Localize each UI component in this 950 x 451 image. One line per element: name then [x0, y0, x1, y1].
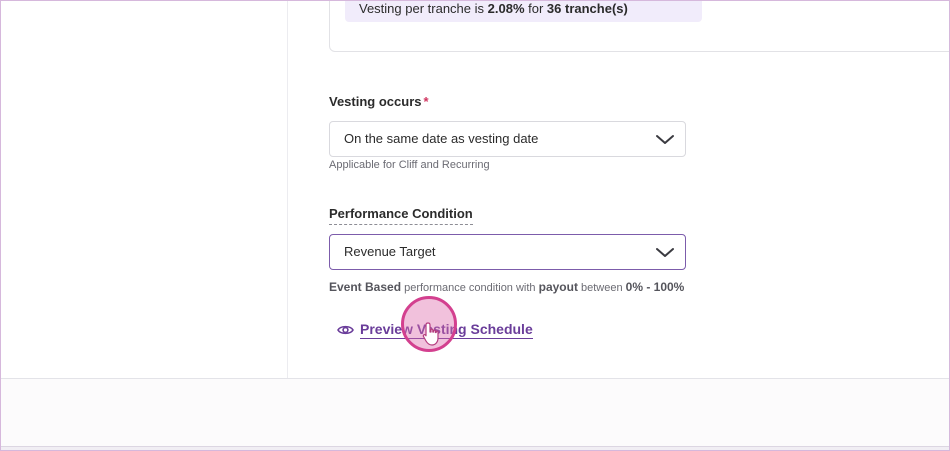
chevron-down-icon — [656, 135, 674, 144]
condition-text-1: performance condition with — [401, 282, 539, 294]
bottom-strip — [0, 446, 950, 451]
condition-text-2: between — [577, 282, 626, 294]
condition-range: 0% - 100% — [625, 280, 685, 294]
tranche-middle-text: for — [524, 1, 547, 16]
vesting-occurs-selected-value: On the same date as vesting date — [344, 131, 539, 146]
performance-condition-selected-value: Revenue Target — [344, 244, 436, 259]
left-panel — [0, 0, 288, 378]
vesting-occurs-label-text: Vesting occurs — [329, 94, 422, 109]
chevron-down-icon — [656, 248, 674, 257]
tranche-percent: 2.08% — [487, 1, 525, 16]
vesting-occurs-select[interactable]: On the same date as vesting date — [329, 121, 686, 157]
hand-cursor-icon — [422, 322, 439, 346]
tranche-prefix-text: Vesting per tranche is — [359, 1, 488, 16]
performance-condition-label[interactable]: Performance Condition — [329, 206, 473, 225]
eye-icon — [337, 325, 354, 335]
vesting-occurs-label: Vesting occurs * — [329, 94, 429, 109]
vesting-occurs-help-text: Applicable for Cliff and Recurring — [329, 159, 490, 171]
condition-payout: payout — [538, 280, 578, 294]
footer-bar — [0, 378, 950, 446]
tranche-count: 36 tranche(s) — [546, 1, 628, 16]
required-star: * — [423, 94, 429, 109]
performance-condition-select[interactable]: Revenue Target — [329, 234, 686, 270]
performance-condition-description: Event Based performance condition with p… — [329, 280, 684, 294]
tranche-info-banner: Vesting per tranche is 2.08% for 36 tran… — [345, 0, 702, 22]
condition-type: Event Based — [329, 280, 402, 294]
